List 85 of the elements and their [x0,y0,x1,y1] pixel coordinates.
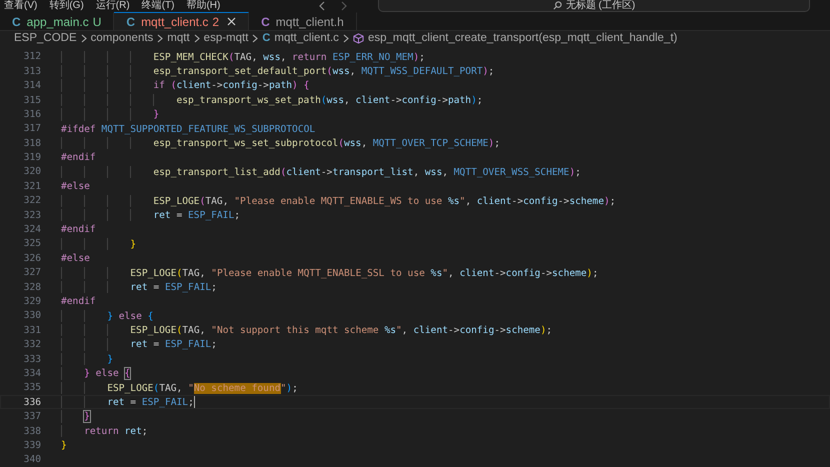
menu-item[interactable]: 终端(T) [142,0,174,12]
code-line: ret = ESP_FAIL; [130,280,217,294]
line-number: 317 [22,123,41,134]
line-number: 331 [22,324,41,336]
line-number: 339 [22,440,41,451]
line-number: 338 [22,426,41,437]
cube-icon [352,32,364,44]
code-line: } [84,410,90,423]
code-line: } [130,238,136,250]
breadcrumb-item[interactable]: esp-mqtt [204,32,248,44]
code-line: ESP_LOGE(TAG, "Please enable MQTT_ENABLE_WS to use %s", client->config->scheme); [153,194,616,207]
breadcrumb-item[interactable]: esp_mqtt_client_create_transport(esp_mqtt_client_handle_t) [368,32,678,44]
line-number: 323 [22,210,41,221]
search-field[interactable]: 无标题 (工作区) [378,0,810,12]
code-line: } [61,439,67,452]
code-line: } else { [107,310,154,322]
line-number: 334 [22,368,41,379]
close-icon[interactable] [227,17,236,26]
chevron-icon [252,34,258,43]
line-number: 327 [22,267,41,278]
line-number: 321 [22,180,41,192]
code-line: esp_transport_ws_set_path(wss, client->config->path); [176,94,483,106]
line-number: 319 [22,152,41,164]
menu-item[interactable]: 帮助(H) [186,0,220,12]
code-line: ESP_LOGE(TAG, "Please enable MQTT_ENABLE_SSL to use %s", client->config->scheme); [130,266,598,279]
code-line: } else { [84,367,130,380]
line-number: 340 [22,454,41,466]
chevron-icon [194,34,200,43]
line-number: 314 [22,80,41,92]
line-number: 336 [22,396,41,408]
code-line: esp_transport_list_add(client->transport_list, wss, MQTT_OVER_WSS_SCHEME); [153,166,581,178]
chevron-icon [342,34,349,43]
line-number: 325 [22,238,41,250]
code-line: esp_transport_ws_set_subprotocol(wss, MQTT_OVER_TCP_SCHEME); [153,137,500,150]
line-number: 316 [22,108,41,120]
line-number: 328 [22,282,41,293]
code-line: ret = ESP_FAIL; [107,396,195,408]
menu-item[interactable]: 运行(R) [96,0,130,12]
breadcrumb-item[interactable]: ESP_CODE [14,32,77,44]
code-line: ret = ESP_FAIL; [130,338,217,351]
code-line: #else [61,180,90,193]
code-line: ESP_LOGE(TAG, "Not support this mqtt scheme %s", client->config->scheme); [130,324,552,336]
line-number: 312 [22,51,41,62]
chevron-icon [80,34,87,43]
code-line: #endif [61,223,96,236]
code-line: ESP_MEM_CHECK(TAG, wss, return ESP_ERR_NO_MEM); [153,50,425,64]
breadcrumb-item[interactable]: components [90,32,154,44]
breadcrumb-item[interactable]: mqtt_client.c [274,32,339,44]
line-number: 330 [22,310,41,322]
line-number: 333 [22,354,41,365]
code-line: #ifdef MQTT_SUPPORTED_FEATURE_WS_SUBPROTOCOL [61,122,316,136]
menu-item[interactable]: 转到(G) [49,0,84,12]
line-number: 326 [22,252,41,264]
search-icon [552,1,562,10]
line-number: 315 [22,94,41,106]
line-number: 324 [22,224,41,236]
chevron-icon [157,34,164,43]
line-number: 320 [22,166,41,178]
breadcrumb-item[interactable]: mqtt [167,32,190,44]
line-number: 313 [22,66,41,77]
c-file-icon: C [126,14,136,29]
line-number: 322 [22,195,41,206]
line-number: 337 [22,411,41,422]
line-number: 318 [22,138,41,149]
code-line: ESP_LOGE(TAG, "No scheme found"); [107,382,298,394]
code-line: if (client->config->path) { [153,79,310,92]
code-line: #else [61,252,90,265]
code-line: esp_transport_set_default_port(wss, MQTT_WSS_DEFAULT_PORT); [153,65,494,78]
editor-tab[interactable]: C mqtt_client.c 2 [114,12,250,30]
code-line: } [153,108,160,121]
c-file-icon: C [262,32,270,44]
code-line: #endif [61,151,96,164]
line-number: 332 [22,339,41,350]
forward-icon[interactable] [340,1,348,11]
back-icon[interactable] [318,1,326,11]
code-line: #endif [61,295,96,308]
code-line: } [107,352,113,366]
line-number: 329 [22,296,41,307]
line-number: 335 [22,382,41,394]
code-line: ret = ESP_FAIL; [153,208,240,222]
code-line: return ret; [84,424,148,438]
c-file-icon: C [12,14,21,29]
editor-tab[interactable]: C mqtt_client.h [249,12,357,30]
menu-item[interactable]: 查看(V) [4,0,38,12]
c-file-icon: C [261,14,270,29]
